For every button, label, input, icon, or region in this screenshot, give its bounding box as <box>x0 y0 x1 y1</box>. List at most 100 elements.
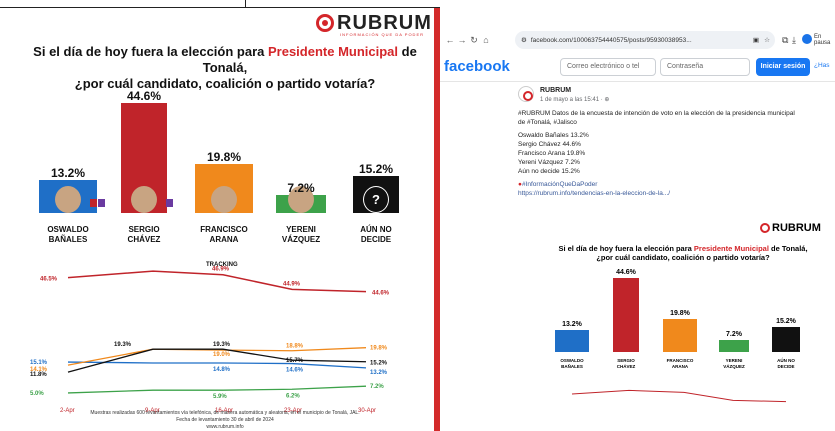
download-icon[interactable]: ⤓ <box>792 35 796 46</box>
candidate-photo <box>211 186 237 213</box>
mini-bar-value: 19.8% <box>670 310 690 317</box>
mini-candidate-name: SERGIO CHÁVEZ <box>616 358 636 369</box>
mini-candidate-name: AÚN NO DECIDE <box>777 358 795 369</box>
globe-icon: ⊕ <box>604 97 610 103</box>
mini-logo: RUBRUM <box>760 222 821 234</box>
facebook-logo[interactable]: facebook <box>444 58 510 75</box>
email-field[interactable]: Correo electrónico o tel <box>560 58 656 76</box>
result-line: Oswaldo Bañales 13.2% <box>518 132 589 139</box>
mini-candidate-name: YERENI VÁZQUEZ <box>723 358 745 369</box>
bar-value-label: 19.8% <box>206 150 242 164</box>
candidate-photo <box>131 186 157 213</box>
series-value-label: 19.0% <box>213 352 231 358</box>
series-line <box>67 385 367 394</box>
candidate-photo <box>55 186 81 213</box>
address-bar[interactable]: ⚙ facebook.com/100063754440575/posts/959… <box>515 31 775 49</box>
mini-logo-icon <box>760 223 770 233</box>
bar-value-label: 44.6% <box>126 89 162 103</box>
series-value-label: 14.8% <box>213 367 231 373</box>
series-value-label: 19.3% <box>213 342 231 348</box>
series-value-label: 19.3% <box>114 342 132 348</box>
reload-icon[interactable]: ↻ <box>468 35 480 46</box>
profile-avatar[interactable] <box>802 34 812 44</box>
article-link[interactable]: https://rubrum.info/tendencias-en-la-ele… <box>518 189 835 198</box>
browser-toolbar: ← → ↻ ⌂ ⚙ facebook.com/100063754440575/p… <box>440 28 835 52</box>
mini-tracking-line <box>571 389 787 403</box>
hashtag-link[interactable]: ●#InformaciónQueDaPoder <box>518 180 835 189</box>
series-value-label: 15.1% <box>30 360 48 366</box>
mini-bar-value: 7.2% <box>726 331 742 338</box>
password-field[interactable]: Contraseña <box>660 58 750 76</box>
tracking-value-label: 46.5% <box>40 277 58 283</box>
series-value-label: 13.2% <box>370 370 388 376</box>
result-line: Aún no decide 15.2% <box>518 168 580 175</box>
tracking-value-label: 46.9% <box>212 267 230 273</box>
translate-icon[interactable]: ▣ <box>753 36 759 44</box>
series-value-label: 18.8% <box>286 344 304 350</box>
bar-value-label: 7.2% <box>287 181 315 195</box>
series-value-label: 15.7% <box>286 358 304 364</box>
series-value-label: 5.9% <box>213 394 227 400</box>
mini-tracking-chart <box>571 389 787 403</box>
party-logo-icon <box>315 199 322 207</box>
home-icon[interactable]: ⌂ <box>480 35 492 45</box>
bar-value-label: 15.2% <box>358 162 394 176</box>
tracking-value-label: 44.6% <box>372 291 390 297</box>
post-timestamp[interactable]: 1 de mayo a las 15:41 · ⊕ <box>540 96 609 103</box>
unknown-person-icon: ? <box>363 186 389 213</box>
facebook-header: facebook Correo electrónico o tel Contra… <box>440 52 835 82</box>
tracking-chart: 46.5%46.9%44.9%44.6%15.1%14.1%11.8%5.0%1… <box>30 267 390 414</box>
mini-bar <box>663 319 697 352</box>
logo-tagline: INFORMACIÓN QUE DA PODER <box>340 32 425 37</box>
tracking-line <box>67 270 367 293</box>
series-value-label: 14.6% <box>286 368 304 374</box>
party-logo-icon <box>166 199 173 207</box>
footer-note: Muestras realizadas 600 levantamientos v… <box>90 410 360 416</box>
result-line: Francisco Arana 19.8% <box>518 150 586 157</box>
mini-candidate-name: OSWALDO BAÑALES <box>560 358 584 369</box>
back-icon[interactable]: ← <box>444 35 456 45</box>
bookmark-star-icon[interactable]: ☆ <box>764 36 770 44</box>
candidate-name: SERGIO CHÁVEZ <box>127 225 161 244</box>
mini-bar <box>772 327 800 352</box>
site-info-icon[interactable]: ⚙ <box>521 36 527 44</box>
series-value-label: 15.2% <box>370 361 388 367</box>
candidate-name: OSWALDO BAÑALES <box>47 225 89 244</box>
post-line: #RUBRUM Datos de la encuesta de intenció… <box>518 110 795 117</box>
mini-title: Si el día de hoy fuera la elección para … <box>558 244 808 262</box>
profile-status[interactable]: En pausa <box>814 34 835 46</box>
post-author[interactable]: RUBRUM <box>540 87 571 94</box>
tracking-value-label: 44.9% <box>283 281 301 287</box>
mini-bar <box>719 340 749 352</box>
post-line: de #Tonalá, #Jalisco <box>518 119 577 126</box>
series-value-label: 5.0% <box>30 391 44 397</box>
page-title: Si el día de hoy fuera la elección para … <box>33 44 417 91</box>
poll-infographic: RUBRUM INFORMACIÓN QUE DA PODER Si el dí… <box>0 8 440 431</box>
party-logo-icon <box>238 199 245 207</box>
mini-candidate-name: FRANCISCO ARANA <box>666 358 694 369</box>
party-logo-icon <box>82 199 89 207</box>
post-image[interactable]: RUBRUM Si el día de hoy fuera la elecció… <box>528 212 835 431</box>
mini-bar <box>555 330 589 352</box>
candidate-name: FRANCISCO ARANA <box>200 225 248 244</box>
extensions-icon[interactable]: ⧉ <box>782 35 788 46</box>
bar-value-label: 13.2% <box>50 166 86 180</box>
footer-date: Fecha de levantamiento 30 de abril de 20… <box>176 417 274 423</box>
top-rule <box>0 0 440 8</box>
candidate-name: AÚN NO DECIDE <box>360 225 392 244</box>
party-logo-icon <box>90 199 97 207</box>
party-logo-icon <box>98 199 105 207</box>
author-avatar[interactable] <box>518 86 534 102</box>
rubrum-logo-icon <box>316 14 334 32</box>
mini-bar-value: 15.2% <box>776 318 796 325</box>
footer-url: www.rubrum.info <box>206 424 244 430</box>
mini-bar-value: 13.2% <box>562 321 582 328</box>
forward-icon[interactable]: → <box>456 35 468 45</box>
login-button[interactable]: Iniciar sesión <box>756 58 810 76</box>
signup-link[interactable]: ¿Has <box>814 62 830 69</box>
post-body: #RUBRUM Datos de la encuesta de intenció… <box>518 109 835 198</box>
candidate-name: YERENI VÁZQUEZ <box>281 225 321 244</box>
mini-bar <box>613 278 639 352</box>
series-value-label: 19.8% <box>370 346 388 352</box>
series-value-label: 6.2% <box>286 393 300 399</box>
